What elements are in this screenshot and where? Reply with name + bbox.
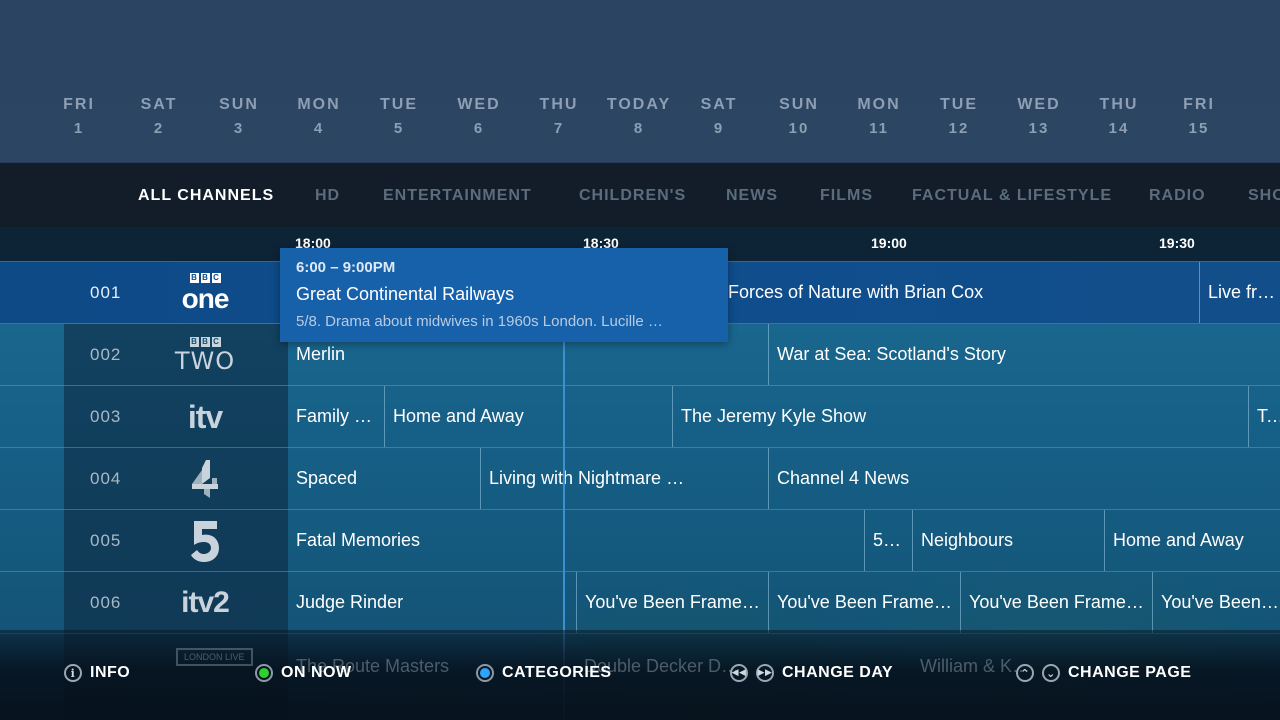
info-button[interactable]: i INFO	[64, 664, 130, 682]
program-cell[interactable]: 5…	[864, 510, 911, 571]
date-item[interactable]: FRI 15	[1159, 96, 1239, 137]
category-factual-lifestyle[interactable]: FACTUAL & LIFESTYLE	[912, 187, 1112, 205]
itv2-logo[interactable]: itv2	[170, 582, 240, 624]
date-item[interactable]: WED 6	[439, 96, 519, 137]
change-page-button[interactable]: ⌃ ⌄ CHANGE PAGE	[1016, 664, 1191, 682]
channel-number: 005	[90, 531, 122, 550]
program-cell[interactable]: Judge Rinder	[288, 572, 575, 633]
date-item[interactable]: SUN 10	[759, 96, 839, 137]
channel-number: 001	[90, 283, 122, 302]
london-live-logo: LONDON LIVE	[176, 648, 253, 666]
channel-number: 002	[90, 345, 122, 364]
selected-program-popup[interactable]: 6:00 – 9:00PM Great Continental Railways…	[280, 248, 728, 342]
faded-program: William & K…	[920, 656, 1031, 676]
channel-4-logo[interactable]	[170, 458, 240, 500]
date-item[interactable]: WED 13	[999, 96, 1079, 137]
program-cell[interactable]: Tak	[1248, 386, 1280, 447]
fast-forward-icon: ▶▶	[756, 664, 774, 682]
itv-logo[interactable]: itv	[170, 396, 240, 438]
date-item[interactable]: THU 7	[519, 96, 599, 137]
category-entertainment[interactable]: ENTERTAINMENT	[383, 187, 532, 205]
footer-bar: LONDON LIVE The Route Masters Double Dec…	[0, 630, 1280, 720]
channel-row: 006 itv2 Judge Rinder You've Been Frame……	[0, 572, 1280, 634]
category-films[interactable]: FILMS	[820, 187, 873, 205]
program-description: 5/8. Drama about midwives in 1960s Londo…	[296, 313, 663, 330]
bbc-two-logo[interactable]: B B C TWO	[170, 334, 240, 376]
program-cell[interactable]: The Jeremy Kyle Show	[672, 386, 1247, 447]
category-hd[interactable]: HD	[315, 187, 340, 205]
category-bar: ALL CHANNELS HD ENTERTAINMENT CHILDREN'S…	[0, 163, 1280, 227]
program-cell[interactable]: You've Been Frame…	[960, 572, 1151, 633]
program-cell[interactable]: Channel 4 News	[768, 448, 1280, 509]
categories-button[interactable]: CATEGORIES	[476, 664, 612, 682]
date-item[interactable]: SAT 2	[119, 96, 199, 137]
rewind-icon: ◀◀	[730, 664, 748, 682]
categories-label: CATEGORIES	[502, 664, 612, 681]
channel-5-logo[interactable]	[170, 520, 240, 562]
channel-number: 003	[90, 407, 122, 426]
green-button-icon	[255, 664, 273, 682]
chevron-up-icon: ⌃	[1016, 664, 1034, 682]
date-item[interactable]: SAT 9	[679, 96, 759, 137]
program-cell[interactable]: Live from	[1199, 262, 1280, 323]
on-now-label: ON NOW	[281, 664, 352, 681]
program-cell[interactable]: Home and Away	[384, 386, 671, 447]
channel-row: 003 itv Family … Home and Away The Jerem…	[0, 386, 1280, 448]
category-radio[interactable]: RADIO	[1149, 187, 1206, 205]
program-cell[interactable]: Spaced	[288, 448, 479, 509]
change-day-label: CHANGE DAY	[782, 664, 894, 681]
date-item[interactable]: THU 14	[1079, 96, 1159, 137]
on-now-button[interactable]: ON NOW	[255, 664, 352, 682]
program-cell[interactable]: Fatal Memories	[288, 510, 863, 571]
program-title: Great Continental Railways	[296, 284, 515, 304]
time-tick: 19:30	[1159, 235, 1195, 251]
program-cell[interactable]: War at Sea: Scotland's Story	[768, 324, 1280, 385]
change-day-button[interactable]: ◀◀ ▶▶ CHANGE DAY	[730, 664, 893, 682]
date-bar: FRI 1 SAT 2 SUN 3 MON 4 TUE 5 WED 6 THU 7 TODAY…	[0, 0, 1280, 162]
change-page-label: CHANGE PAGE	[1068, 664, 1192, 681]
program-cell[interactable]: Home and Away	[1104, 510, 1280, 571]
date-item[interactable]: TUE 12	[919, 96, 999, 137]
channel-number: 006	[90, 593, 122, 612]
program-cell[interactable]: You've Been Frame…	[576, 572, 767, 633]
program-cell[interactable]: Family …	[288, 386, 383, 447]
blue-button-icon	[476, 664, 494, 682]
date-item[interactable]: MON 4	[279, 96, 359, 137]
time-tick: 19:00	[871, 235, 907, 251]
date-item[interactable]: MON 11	[839, 96, 919, 137]
program-cell[interactable]: Living with Nightmare …	[480, 448, 767, 509]
date-item[interactable]: TUE 5	[359, 96, 439, 137]
channel-row: 005 Fatal Memories 5… Neighbours Home an…	[0, 510, 1280, 572]
program-cell[interactable]: Forces of Nature with Brian Cox	[720, 262, 1198, 323]
info-icon: i	[64, 664, 82, 682]
program-cell[interactable]: You've Been Fr	[1152, 572, 1280, 633]
info-label: INFO	[90, 664, 131, 681]
category-all-channels[interactable]: ALL CHANNELS	[138, 187, 274, 205]
category-shopping[interactable]: SHO	[1248, 187, 1280, 205]
category-childrens[interactable]: CHILDREN'S	[579, 187, 686, 205]
category-news[interactable]: NEWS	[726, 187, 778, 205]
date-item[interactable]: FRI 1	[39, 96, 119, 137]
program-time: 6:00 – 9:00PM	[296, 259, 396, 276]
program-cell[interactable]: Neighbours	[912, 510, 1103, 571]
date-item[interactable]: SUN 3	[199, 96, 279, 137]
channel-row: 004 Spaced Living with Nightmare … Chann…	[0, 448, 1280, 510]
channel-number: 004	[90, 469, 122, 488]
program-cell[interactable]: You've Been Frame…	[768, 572, 959, 633]
bbc-one-logo[interactable]: B B C one	[170, 272, 240, 314]
chevron-down-icon: ⌄	[1042, 664, 1060, 682]
date-item-today[interactable]: TODAY 8	[599, 96, 679, 137]
